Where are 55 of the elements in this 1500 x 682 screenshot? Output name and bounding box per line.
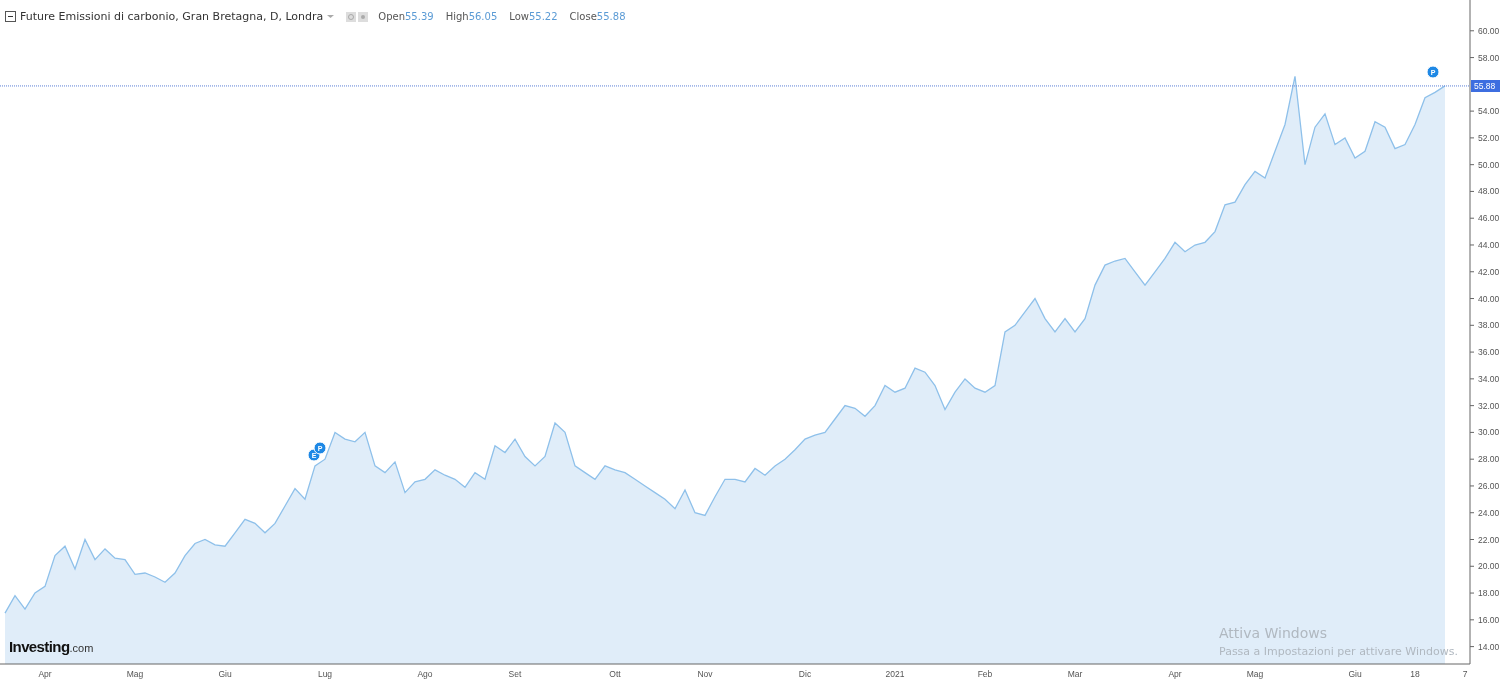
x-axis-label: 7 — [1462, 669, 1468, 679]
y-axis-label: 54.00 — [1478, 106, 1500, 117]
ohlc-label: Low — [509, 11, 529, 22]
collapse-icon[interactable] — [5, 11, 16, 22]
ohlc-label: High — [445, 11, 469, 22]
y-axis-label: 32.00 — [1478, 400, 1500, 411]
y-axis-label: 28.00 — [1478, 454, 1500, 465]
y-axis-label: 16.00 — [1478, 614, 1500, 625]
x-axis-label: Dic — [798, 669, 812, 679]
ohlc-label: Close — [569, 11, 597, 22]
ohlc-value: 55.22 — [528, 11, 558, 22]
chart-title: Future Emissioni di carbonio, Gran Bretagna, D, Londra — [20, 10, 324, 23]
caret-icon[interactable] — [327, 14, 335, 19]
x-axis-label: Lug — [317, 669, 333, 679]
x-axis-label: Feb — [977, 669, 993, 679]
y-axis-label: 46.00 — [1478, 213, 1500, 224]
activation-title: Attiva Windows — [1219, 625, 1328, 641]
y-axis-label: 26.00 — [1478, 480, 1500, 491]
x-axis-label: 2021 — [885, 669, 905, 679]
x-axis-label: Apr — [1168, 669, 1182, 679]
y-axis-label: 40.00 — [1478, 293, 1500, 304]
x-axis-label: Nov — [697, 669, 713, 679]
y-axis-label: 18.00 — [1478, 588, 1500, 599]
price-tag: 55.88 — [1471, 79, 1500, 92]
y-axis-label: 60.00 — [1478, 25, 1500, 36]
y-axis-label: 22.00 — [1478, 534, 1500, 545]
x-axis-label: Giu — [218, 669, 232, 679]
y-axis-label: 50.00 — [1478, 159, 1500, 170]
y-axis-label: 48.00 — [1478, 186, 1500, 197]
y-axis-label: 36.00 — [1478, 347, 1500, 358]
y-axis-label: 38.00 — [1478, 320, 1500, 331]
y-axis-label: 20.00 — [1478, 561, 1500, 572]
y-axis-label: 24.00 — [1478, 507, 1500, 518]
x-axis-label: Mag — [126, 669, 144, 679]
x-axis-label: 18 — [1410, 669, 1420, 679]
y-axis-label: 14.00 — [1478, 641, 1500, 652]
ohlc-value: 55.88 — [596, 11, 626, 22]
logo: Investing.com — [9, 638, 94, 655]
x-axis-label: Ott — [609, 669, 621, 679]
x-axis-label: Mag — [1246, 669, 1264, 679]
y-axis-label: 44.00 — [1478, 240, 1500, 250]
x-axis-label: Apr — [38, 669, 52, 679]
ohlc-label: Open — [378, 11, 405, 22]
y-axis-label: 30.00 — [1478, 427, 1500, 438]
y-axis-label: 52.00 — [1478, 132, 1500, 143]
x-axis-label: Ago — [417, 669, 433, 679]
ohlc-value: 55.39 — [405, 11, 434, 22]
y-axis-label: 34.00 — [1478, 373, 1500, 384]
x-axis-label: Set — [508, 669, 522, 679]
y-axis-label: 58.00 — [1478, 52, 1500, 63]
x-axis-label: Mar — [1067, 669, 1083, 679]
y-axis-label: 42.00 — [1478, 266, 1500, 277]
activation-text: Passa a Impostazioni per attivare Windows. — [1219, 645, 1458, 658]
x-axis-label: Giu — [1348, 669, 1362, 679]
ohlc-value: 56.05 — [468, 11, 498, 22]
